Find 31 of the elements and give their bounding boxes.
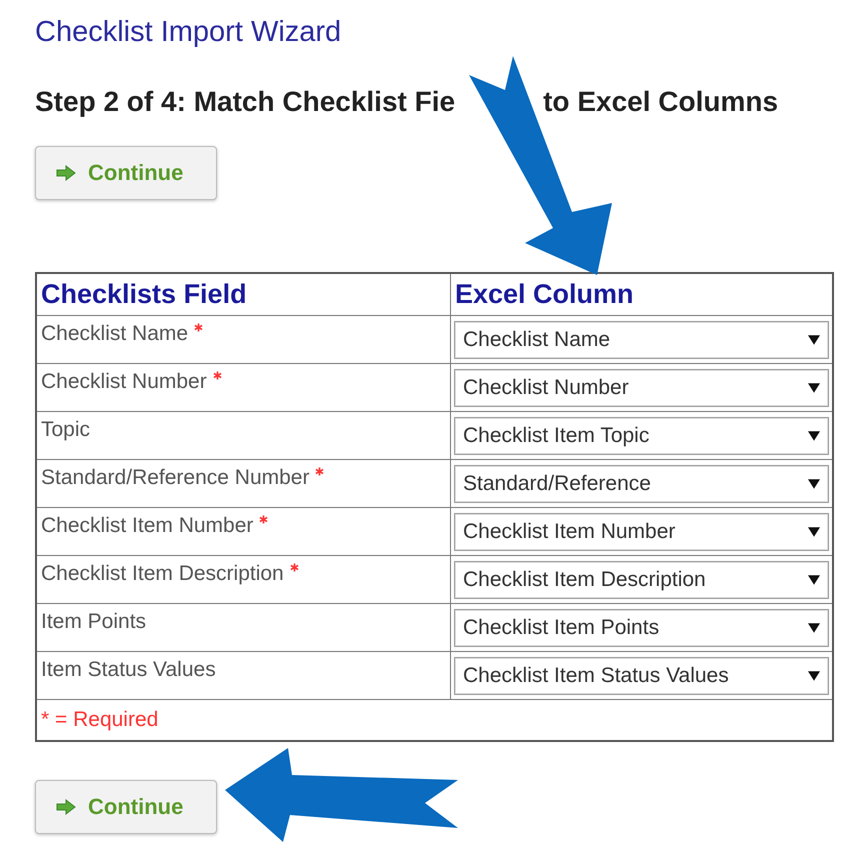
column-header: Checklists Field [36,273,450,316]
field-label: Checklist Item Number [41,514,254,537]
arrow-icon [56,799,76,815]
column-dropdown[interactable]: Checklist Item Points [454,608,829,646]
field-label: Topic [41,418,90,441]
field-label: Standard/Reference Number [41,466,310,489]
caret-icon [808,334,820,344]
field-label: Checklist Item Description [41,562,284,585]
caret-icon [808,526,820,536]
caret-icon [808,574,820,584]
column-dropdown[interactable]: Standard/Reference [454,464,829,502]
caret-icon [808,670,820,680]
field-label: Checklist Name [41,322,188,345]
step-heading: Step 2 of 4: Match Checklist Fie [35,86,456,118]
step-heading: to Excel Columns [543,86,778,118]
column-dropdown[interactable]: Checklist Item Status Values [454,656,829,694]
column-dropdown[interactable]: Checklist Item Topic [454,416,829,454]
required-legend: * = Required [41,708,158,731]
column-dropdown[interactable]: Checklist Item Number [454,512,829,550]
column-dropdown[interactable]: Checklist Number [454,368,829,406]
caret-icon [808,430,820,440]
arrow-icon [56,165,76,181]
column-dropdown[interactable]: Checklist Name [454,320,829,358]
column-dropdown[interactable]: Checklist Item Description [454,560,829,598]
field-label: Checklist Number [41,370,207,393]
page-title: Checklist Import Wizard [35,15,342,50]
caret-icon [808,382,820,392]
caret-icon [808,478,820,488]
caret-icon [808,622,820,632]
field-label: Item Status Values [41,658,216,681]
field-label: Item Points [41,610,146,633]
